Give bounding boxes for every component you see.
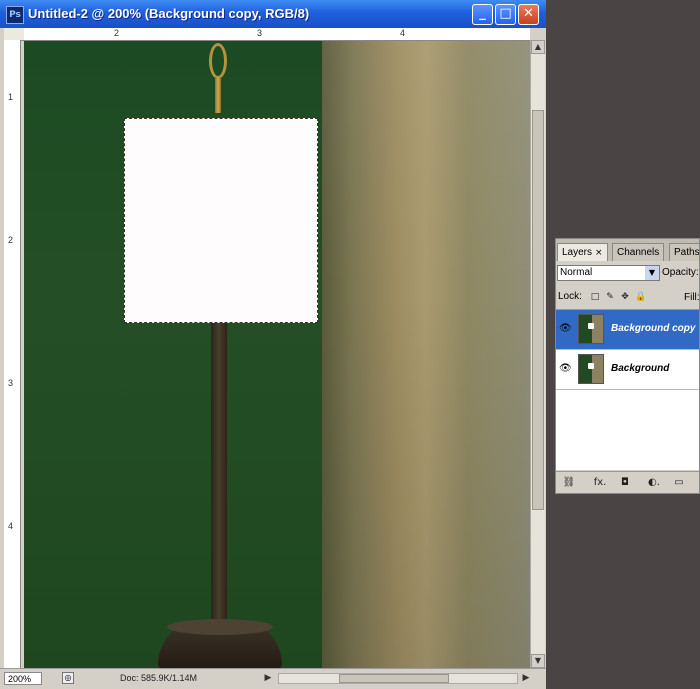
lock-image-pixels-icon[interactable]: ✎	[605, 292, 615, 302]
panel-tabs: Layers × Channels Paths	[556, 239, 700, 261]
vertical-ruler[interactable]: 1 2 3 4	[4, 40, 21, 668]
minimize-button[interactable]: _	[472, 4, 493, 25]
scroll-right-arrow[interactable]: ▶	[520, 672, 532, 684]
eye-icon[interactable]: 👁	[559, 363, 572, 375]
layer-thumbnail	[578, 354, 604, 384]
close-button[interactable]: ✕	[518, 4, 539, 25]
layers-list: 👁 Background copy 👁 Background	[556, 309, 699, 470]
ruler-label: 2	[114, 28, 120, 38]
layers-panel: Layers × Channels Paths Normal ▼ Opacity:…	[555, 238, 700, 494]
layer-style-icon[interactable]: fx.	[590, 476, 610, 490]
lock-label: Lock:	[558, 291, 582, 302]
ruler-label: 4	[8, 521, 14, 531]
tab-close-icon[interactable]: ×	[595, 248, 603, 258]
lamp-shade-selection[interactable]	[124, 118, 318, 323]
lock-row: Lock: □ ✎ ✥ 🔒 Fill:	[556, 287, 700, 307]
blend-mode-select[interactable]: Normal ▼	[557, 265, 660, 281]
horizontal-scrollbar[interactable]	[278, 673, 518, 684]
document-window: Ps Untitled-2 @ 200% (Background copy, R…	[0, 0, 546, 689]
document-size-info: Doc: 585.9K/1.14M	[120, 673, 198, 683]
status-bar: 200% ◎ Doc: 585.9K/1.14M ▶ ▶	[0, 668, 546, 689]
add-mask-icon[interactable]: ◘	[618, 476, 632, 490]
new-group-icon[interactable]: ▭	[672, 476, 686, 490]
blend-mode-value: Normal	[560, 267, 593, 278]
adjustment-layer-icon[interactable]: ◐.	[644, 476, 664, 490]
window-title: Untitled-2 @ 200% (Background copy, RGB/…	[28, 6, 310, 21]
vertical-scrollbar[interactable]: ▲ ▼	[530, 40, 545, 668]
tab-layers[interactable]: Layers ×	[557, 243, 608, 261]
ruler-label: 3	[257, 28, 263, 38]
fill-label: Fill:	[684, 292, 700, 303]
scroll-up-arrow[interactable]: ▲	[531, 40, 545, 54]
image-canvas[interactable]	[24, 41, 530, 668]
ruler-label: 4	[400, 28, 406, 38]
ruler-label: 3	[8, 378, 14, 388]
tab-layers-label: Layers	[562, 247, 593, 258]
lamp-base-top	[167, 619, 273, 635]
beige-wall-area	[322, 41, 530, 668]
horizontal-scroll-thumb[interactable]	[339, 674, 449, 683]
layer-row-background-copy[interactable]: 👁 Background copy	[556, 310, 699, 350]
ruler-label: 2	[8, 235, 14, 245]
maximize-button[interactable]: □	[495, 4, 516, 25]
tab-paths[interactable]: Paths	[669, 243, 700, 261]
lamp-hook-ring	[209, 43, 227, 79]
tab-channels-label: Channels	[617, 247, 660, 258]
layer-name: Background copy	[611, 323, 696, 334]
scroll-down-arrow[interactable]: ▼	[531, 654, 545, 668]
lock-transparency-icon[interactable]: □	[590, 292, 600, 302]
opacity-label: Opacity:	[662, 267, 699, 278]
status-info-icon[interactable]: ◎	[62, 672, 74, 684]
lamp-hook-stem	[215, 77, 221, 113]
lock-all-icon[interactable]: 🔒	[635, 292, 646, 302]
panel-footer: ⛓ fx. ◘ ◐. ▭	[556, 471, 699, 493]
status-menu-arrow-icon[interactable]: ▶	[262, 672, 274, 684]
link-layers-icon[interactable]: ⛓	[562, 476, 576, 490]
chevron-down-icon[interactable]: ▼	[645, 266, 659, 280]
ruler-label: 1	[8, 92, 14, 102]
lock-position-icon[interactable]: ✥	[620, 292, 630, 302]
layer-name: Background	[611, 363, 670, 374]
layer-thumbnail	[578, 314, 604, 344]
photoshop-app-icon: Ps	[6, 6, 24, 24]
tab-paths-label: Paths	[674, 247, 700, 258]
zoom-level-field[interactable]: 200%	[4, 672, 42, 685]
title-bar[interactable]: Ps Untitled-2 @ 200% (Background copy, R…	[0, 0, 546, 28]
layer-row-background[interactable]: 👁 Background	[556, 350, 699, 390]
vertical-scroll-thumb[interactable]	[532, 110, 544, 510]
eye-icon[interactable]: 👁	[559, 323, 572, 335]
tab-channels[interactable]: Channels	[612, 243, 665, 261]
lamp-pole	[211, 323, 227, 628]
horizontal-ruler[interactable]: 2 3 4	[24, 28, 530, 41]
